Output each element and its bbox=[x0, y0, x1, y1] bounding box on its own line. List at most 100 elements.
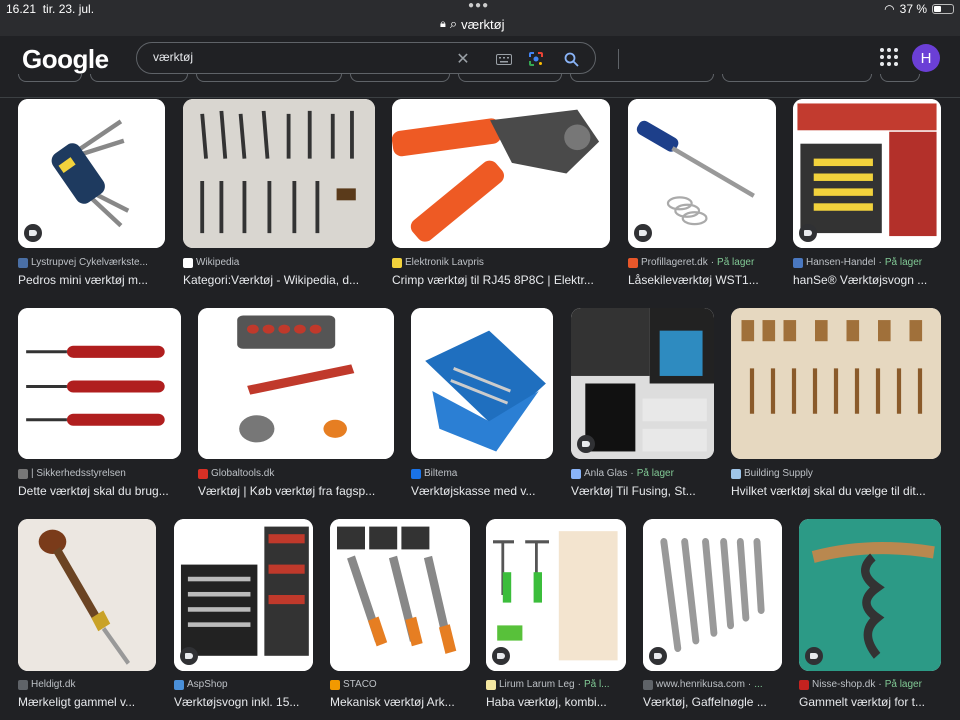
result-source[interactable]: Lirum Larum Leg · På l... bbox=[486, 679, 636, 690]
site-favicon-icon bbox=[18, 468, 28, 479]
result-thumbnail[interactable] bbox=[18, 519, 156, 671]
result-thumbnail[interactable] bbox=[174, 519, 313, 671]
result-source[interactable]: | Sikkerhedsstyrelsen bbox=[18, 468, 191, 479]
result-source[interactable]: Wikipedia bbox=[183, 257, 385, 268]
source-name: Building Supply bbox=[744, 468, 813, 479]
result-title[interactable]: Værktøjsvogn inkl. 15... bbox=[174, 695, 323, 709]
site-favicon-icon bbox=[799, 679, 809, 690]
site-favicon-icon bbox=[731, 468, 741, 479]
result-title[interactable]: Dette værktøj skal du brug... bbox=[18, 484, 191, 498]
source-name: AspShop bbox=[187, 679, 228, 690]
source-name: Hansen-Handel bbox=[806, 257, 876, 268]
result-title[interactable]: Mærkeligt gammel v... bbox=[18, 695, 166, 709]
search-input[interactable] bbox=[153, 50, 443, 64]
result-source[interactable]: Building Supply bbox=[731, 468, 951, 479]
result-source[interactable]: www.henrikusa.com ·... bbox=[643, 679, 792, 690]
thumbnail-image bbox=[330, 519, 470, 671]
search-box[interactable]: ✕ bbox=[136, 42, 619, 74]
site-favicon-icon bbox=[174, 679, 184, 690]
source-name: Wikipedia bbox=[196, 257, 240, 268]
result-title[interactable]: hanSe® Værktøjsvogn ... bbox=[793, 273, 951, 287]
thumbnail-image bbox=[799, 519, 941, 671]
result-source[interactable]: STACO bbox=[330, 679, 480, 690]
result-title[interactable]: Kategori:Værktøj - Wikipedia, d... bbox=[183, 273, 385, 287]
result-source[interactable]: Hansen-Handel · På lager bbox=[793, 257, 951, 268]
thumbnail-image bbox=[628, 99, 776, 248]
result-source[interactable]: AspShop bbox=[174, 679, 323, 690]
result-title[interactable]: Værktøj | Køb værktøj fra fagsp... bbox=[198, 484, 404, 498]
result-thumbnail[interactable] bbox=[330, 519, 470, 671]
search-icon[interactable] bbox=[561, 49, 581, 69]
product-tag-icon bbox=[24, 224, 42, 242]
result-title[interactable]: Værktøjskasse med v... bbox=[411, 484, 563, 498]
result-thumbnail[interactable] bbox=[198, 308, 394, 459]
filter-chips[interactable] bbox=[18, 74, 920, 82]
product-tag-icon bbox=[577, 435, 595, 453]
wifi-icon: ◠ bbox=[884, 2, 895, 16]
result-source[interactable]: Globaltools.dk bbox=[198, 468, 404, 479]
in-stock-label: På lager bbox=[884, 679, 922, 690]
result-source[interactable]: Anla Glas · På lager bbox=[571, 468, 724, 479]
site-favicon-icon bbox=[571, 468, 581, 479]
result-source[interactable]: Heldigt.dk bbox=[18, 679, 166, 690]
source-name: Lystrupvej Cykelværkste... bbox=[31, 257, 148, 268]
result-title[interactable]: Haba værktøj, kombi... bbox=[486, 695, 636, 709]
result-title[interactable]: Crimp værktøj til RJ45 8P8C | Elektr... bbox=[392, 273, 620, 287]
result-title[interactable]: Pedros mini værktøj m... bbox=[18, 273, 175, 287]
result-thumbnail[interactable] bbox=[731, 308, 941, 459]
in-stock-label: På lager bbox=[636, 468, 674, 479]
thumbnail-image bbox=[571, 308, 714, 459]
more-dots-icon[interactable]: ●●● bbox=[468, 0, 489, 11]
result-title[interactable]: Låsekileværktøj WST1... bbox=[628, 273, 786, 287]
source-name: www.henrikusa.com bbox=[656, 679, 745, 690]
source-name: Heldigt.dk bbox=[31, 679, 76, 690]
clear-icon[interactable]: ✕ bbox=[453, 49, 473, 69]
result-thumbnail[interactable] bbox=[183, 99, 375, 248]
address-bar[interactable]: 🔒︎ ⌕ værktøj bbox=[440, 16, 504, 32]
thumbnail-image bbox=[18, 99, 165, 248]
result-title[interactable]: Mekanisk værktøj Ark... bbox=[330, 695, 480, 709]
result-source[interactable]: Lystrupvej Cykelværkste... bbox=[18, 257, 175, 268]
avatar[interactable]: H bbox=[912, 44, 940, 72]
site-favicon-icon bbox=[793, 257, 803, 268]
result-thumbnail[interactable] bbox=[18, 308, 181, 459]
product-tag-icon bbox=[649, 647, 667, 665]
thumbnail-image bbox=[392, 99, 610, 248]
in-stock-label: På l... bbox=[583, 679, 610, 690]
status-time: 16.21 tir. 23. jul. bbox=[6, 2, 95, 16]
result-source[interactable]: Biltema bbox=[411, 468, 563, 479]
result-thumbnail[interactable] bbox=[571, 308, 714, 459]
site-favicon-icon bbox=[330, 679, 340, 690]
product-tag-icon bbox=[634, 224, 652, 242]
result-source[interactable]: Elektronik Lavpris bbox=[392, 257, 620, 268]
keyboard-icon[interactable] bbox=[494, 49, 514, 69]
product-tag-icon bbox=[805, 647, 823, 665]
result-thumbnail[interactable] bbox=[643, 519, 782, 671]
stock-separator: · bbox=[878, 257, 882, 268]
product-tag-icon bbox=[492, 647, 510, 665]
site-favicon-icon bbox=[628, 257, 638, 268]
result-title[interactable]: Hvilket værktøj skal du vælge til dit... bbox=[731, 484, 951, 498]
result-title[interactable]: Værktøj Til Fusing, St... bbox=[571, 484, 724, 498]
result-thumbnail[interactable] bbox=[628, 99, 776, 248]
thumbnail-image bbox=[18, 308, 181, 459]
result-thumbnail[interactable] bbox=[411, 308, 553, 459]
result-thumbnail[interactable] bbox=[18, 99, 165, 248]
result-title[interactable]: Gammelt værktøj for t... bbox=[799, 695, 951, 709]
result-thumbnail[interactable] bbox=[799, 519, 941, 671]
search-small-icon: ⌕ bbox=[449, 16, 458, 31]
result-source[interactable]: Profillageret.dk · På lager bbox=[628, 257, 786, 268]
source-name: Anla Glas bbox=[584, 468, 628, 479]
apps-grid-icon[interactable] bbox=[880, 48, 898, 66]
result-title[interactable]: Værktøj, Gaffelnøgle ... bbox=[643, 695, 792, 709]
google-logo[interactable]: Google bbox=[22, 44, 109, 75]
result-thumbnail[interactable] bbox=[486, 519, 626, 671]
result-thumbnail[interactable] bbox=[392, 99, 610, 248]
source-name: Lirum Larum Leg bbox=[499, 679, 575, 690]
result-source[interactable]: Nisse-shop.dk · På lager bbox=[799, 679, 951, 690]
result-thumbnail[interactable] bbox=[793, 99, 941, 248]
address-text: værktøj bbox=[461, 16, 505, 32]
lens-icon[interactable] bbox=[526, 49, 546, 69]
stock-separator: · bbox=[577, 679, 581, 690]
in-stock-label: ... bbox=[754, 679, 763, 690]
